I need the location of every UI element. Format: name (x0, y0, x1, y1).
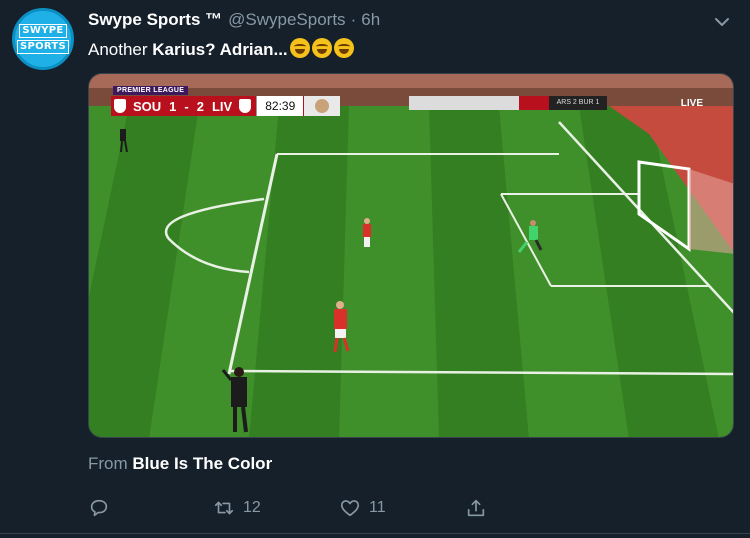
league-label: PREMIER LEAGUE (113, 86, 189, 95)
reply-button[interactable] (88, 496, 110, 520)
retweet-icon (214, 501, 234, 515)
timestamp[interactable]: 6h (361, 10, 380, 30)
joy-emoji-icon (333, 38, 354, 58)
joy-emoji-icon (311, 38, 332, 58)
like-button[interactable]: 11 (339, 496, 386, 520)
tweet-header: Swype Sports ™ @SwypeSports · 6h (88, 10, 380, 32)
tweet-text-prefix: Another (88, 40, 153, 59)
tweet-text-bold: Karius? Adrian... (152, 40, 288, 59)
heart-icon (340, 500, 360, 517)
display-name[interactable]: Swype Sports ™ (88, 10, 222, 30)
home-crest-icon (114, 99, 126, 113)
match-clock: 82:39 (256, 96, 304, 116)
video-player[interactable]: PREMIER LEAGUE SOU 1 - 2 LIV 82:39 ARS 2… (88, 73, 734, 438)
video-source: From Blue Is The Color (88, 454, 272, 474)
live-label: LIVE (680, 98, 703, 109)
home-team: SOU (133, 98, 162, 114)
from-source-link[interactable]: Blue Is The Color (132, 454, 272, 473)
football-pitch-frame (89, 74, 733, 437)
score-row: SOU 1 - 2 LIV 82:39 (111, 96, 341, 116)
score-ticker: ARS 2 BUR 1 (549, 96, 607, 110)
away-crest-icon (239, 99, 252, 113)
separator-dot: · (350, 10, 357, 29)
chevron-down-icon[interactable] (712, 12, 732, 32)
score-separator: - (184, 98, 189, 114)
share-button[interactable] (465, 496, 487, 520)
user-handle[interactable]: @SwypeSports (228, 10, 345, 30)
share-icon (467, 499, 485, 517)
away-team: LIV (211, 98, 233, 114)
home-score: 1 (169, 98, 177, 114)
avatar-logo-word-2: SPORTS (16, 40, 70, 54)
avatar-logo-word-1: SWYPE (19, 24, 67, 38)
retweet-button[interactable]: 12 (213, 496, 261, 520)
ball-icon (304, 96, 341, 116)
retweet-count: 12 (243, 499, 261, 516)
tweet-actions: 12 11 (88, 496, 508, 520)
tweet-text: Another Karius? Adrian... (88, 38, 354, 60)
avatar[interactable]: SWYPE SPORTS (12, 8, 74, 70)
divider (0, 533, 750, 534)
joy-emoji-icon (289, 38, 310, 58)
reply-icon (90, 499, 108, 517)
from-prefix: From (88, 454, 133, 473)
tweet[interactable]: SWYPE SPORTS Swype Sports ™ @SwypeSports… (0, 0, 750, 538)
away-score: 2 (196, 98, 204, 114)
like-count: 11 (369, 499, 386, 516)
